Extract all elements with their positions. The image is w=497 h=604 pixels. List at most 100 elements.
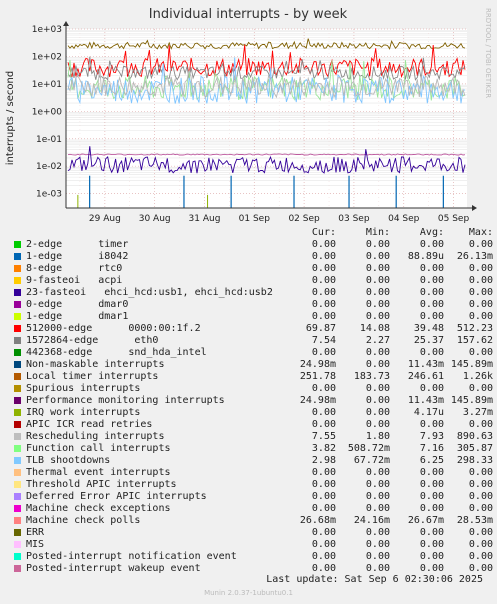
legend-row: Spurious interrupts 0.00 0.00 0.00 0.00 bbox=[14, 383, 493, 395]
legend-swatch bbox=[14, 313, 21, 320]
legend-swatch bbox=[14, 373, 21, 380]
legend-row: Deferred Error APIC interrupts 0.00 0.00 0.… bbox=[14, 491, 493, 503]
legend-row: 8-edge rtc0 0.00 0.00 0.00 0.00 bbox=[14, 263, 493, 275]
legend-label: Function call interrupts bbox=[26, 443, 171, 454]
legend-swatch bbox=[14, 337, 21, 344]
legend-max: 26.13m bbox=[456, 251, 493, 262]
legend-row: 9-fasteoi acpi 0.00 0.00 0.00 0.00 bbox=[14, 275, 493, 287]
legend-row: 2-edge timer 0.00 0.00 0.00 0.00 bbox=[14, 239, 493, 251]
legend-max: 0.00 bbox=[468, 419, 493, 430]
legend-row: Function call interrupts 3.82 508.72m 7.16 3… bbox=[14, 443, 493, 455]
legend-label: 1-edge i8042 bbox=[26, 251, 129, 262]
legend-max: 3.27m bbox=[462, 407, 493, 418]
legend-row: Posted-interrupt notification event 0.00 0… bbox=[14, 551, 493, 563]
legend-max: 0.00 bbox=[468, 383, 493, 394]
legend-swatch bbox=[14, 349, 21, 356]
legend-label: Rescheduling interrupts bbox=[26, 431, 165, 442]
legend-row: Rescheduling interrupts 7.55 1.80 7.93 890.6… bbox=[14, 431, 493, 443]
munin-version: Munin 2.0.37-1ubuntu0.1 bbox=[204, 589, 293, 597]
legend-label: 23-fasteoi ehci_hcd:usb1, ehci_hcd:usb2 bbox=[26, 287, 273, 298]
legend-row: Local timer interrupts 251.78 183.73 246.61… bbox=[14, 371, 493, 383]
y-axis-arrow bbox=[63, 21, 69, 26]
legend-max: 145.89m bbox=[450, 359, 493, 370]
legend-label: 1572864-edge eth0 bbox=[26, 335, 159, 346]
legend-label: 0-edge dmar0 bbox=[26, 299, 129, 310]
plot-area: 1e+03 1e+02 1e+01 1e+00 1e-01 1e-02 1e-03 29 Au… bbox=[32, 21, 477, 224]
legend-max: 0.00 bbox=[468, 287, 493, 298]
last-update: Last update: Sat Sep 6 02:30:06 2025 bbox=[266, 574, 483, 585]
legend-label: ERR bbox=[26, 527, 45, 538]
y-tick-label: 1e-03 bbox=[36, 190, 62, 200]
legend-max: 0.00 bbox=[468, 311, 493, 322]
legend-max: 890.63 bbox=[456, 431, 493, 442]
legend-swatch bbox=[14, 361, 21, 368]
legend-label: Spurious interrupts bbox=[26, 383, 141, 394]
legend-row: IRQ work interrupts 0.00 0.00 4.17u 3.27m bbox=[14, 407, 493, 419]
legend-swatch bbox=[14, 385, 21, 392]
legend-max: 0.00 bbox=[468, 527, 493, 538]
legend-row: 0-edge dmar0 0.00 0.00 0.00 0.00 bbox=[14, 299, 493, 311]
legend-label: Machine check polls bbox=[26, 515, 141, 526]
x-tick-label: 29 Aug bbox=[89, 214, 121, 224]
legend-label: Machine check exceptions bbox=[26, 503, 171, 514]
y-tick-label: 1e+01 bbox=[32, 80, 62, 90]
legend-rows: 2-edge timer 0.00 0.00 0.00 0.00 1-edge i8042… bbox=[14, 239, 493, 575]
legend-swatch bbox=[14, 529, 21, 536]
legend-row: TLB shootdowns 2.98 67.72m 6.25 298.33 bbox=[14, 455, 493, 467]
legend-swatch bbox=[14, 493, 21, 500]
header-max: Max: bbox=[468, 227, 493, 238]
legend-swatch bbox=[14, 301, 21, 308]
legend-row: Threshold APIC interrupts 0.00 0.00 0.00 0.0… bbox=[14, 479, 493, 491]
legend-swatch bbox=[14, 565, 21, 572]
legend-swatch bbox=[14, 421, 21, 428]
legend-header: Cur: Min: Avg: Max: bbox=[14, 227, 493, 239]
legend-swatch bbox=[14, 505, 21, 512]
legend-row: Machine check exceptions 0.00 0.00 0.00 0.00 bbox=[14, 503, 493, 515]
legend-swatch bbox=[14, 457, 21, 464]
interrupts-chart: Individual interrupts - by week interrup… bbox=[5, 7, 492, 224]
legend-row: 1-edge i8042 0.00 0.00 88.89u 26.13m bbox=[14, 251, 493, 263]
legend-swatch bbox=[14, 277, 21, 284]
legend-swatch bbox=[14, 397, 21, 404]
y-tick-label: 1e-01 bbox=[36, 135, 62, 145]
legend-label: 8-edge rtc0 bbox=[26, 263, 123, 274]
legend: Cur: Min: Avg: Max: 2-edge timer 0.00 0.00… bbox=[14, 227, 493, 575]
legend-max: 0.00 bbox=[468, 347, 493, 358]
legend-swatch bbox=[14, 469, 21, 476]
x-tick-label: 01 Sep bbox=[239, 214, 271, 224]
x-tick-label: 30 Aug bbox=[139, 214, 171, 224]
legend-label: Posted-interrupt notification event bbox=[26, 551, 237, 562]
legend-row: Machine check polls 26.68m 24.16m 26.67m 28.… bbox=[14, 515, 493, 527]
legend-max: 0.00 bbox=[468, 551, 493, 562]
legend-swatch bbox=[14, 409, 21, 416]
y-tick-label: 1e-02 bbox=[36, 162, 62, 172]
legend-max: 305.87 bbox=[456, 443, 493, 454]
legend-label: 9-fasteoi acpi bbox=[26, 275, 123, 286]
legend-label: 442368-edge snd_hda_intel bbox=[26, 347, 207, 358]
legend-swatch bbox=[14, 553, 21, 560]
legend-max: 0.00 bbox=[468, 239, 493, 250]
legend-swatch bbox=[14, 445, 21, 452]
legend-swatch bbox=[14, 253, 21, 260]
legend-swatch bbox=[14, 481, 21, 488]
legend-max: 512.23 bbox=[456, 323, 493, 334]
legend-label: Thermal event interrupts bbox=[26, 467, 171, 478]
legend-label: Deferred Error APIC interrupts bbox=[26, 491, 207, 502]
legend-swatch bbox=[14, 325, 21, 332]
legend-swatch bbox=[14, 517, 21, 524]
x-tick-label: 05 Sep bbox=[438, 214, 470, 224]
legend-row: 23-fasteoi ehci_hcd:usb1, ehci_hcd:usb2 0… bbox=[14, 287, 493, 299]
legend-label: APIC ICR read retries bbox=[26, 419, 153, 430]
x-tick-label: 02 Sep bbox=[288, 214, 320, 224]
legend-row: Performance monitoring interrupts 24.98m 0… bbox=[14, 395, 493, 407]
legend-max: 0.00 bbox=[468, 479, 493, 490]
legend-label: Local timer interrupts bbox=[26, 371, 159, 382]
legend-label: Threshold APIC interrupts bbox=[26, 479, 177, 490]
y-tick-label: 1e+02 bbox=[32, 52, 62, 62]
legend-label: Non-maskable interrupts bbox=[26, 359, 165, 370]
legend-label: MIS bbox=[26, 539, 45, 550]
legend-row: Non-maskable interrupts 24.98m 0.00 11.43m 1… bbox=[14, 359, 493, 371]
legend-label: 2-edge timer bbox=[26, 239, 129, 250]
legend-max: 28.53m bbox=[456, 515, 493, 526]
legend-label: 512000-edge 0000:00:1f.2 bbox=[26, 323, 201, 334]
